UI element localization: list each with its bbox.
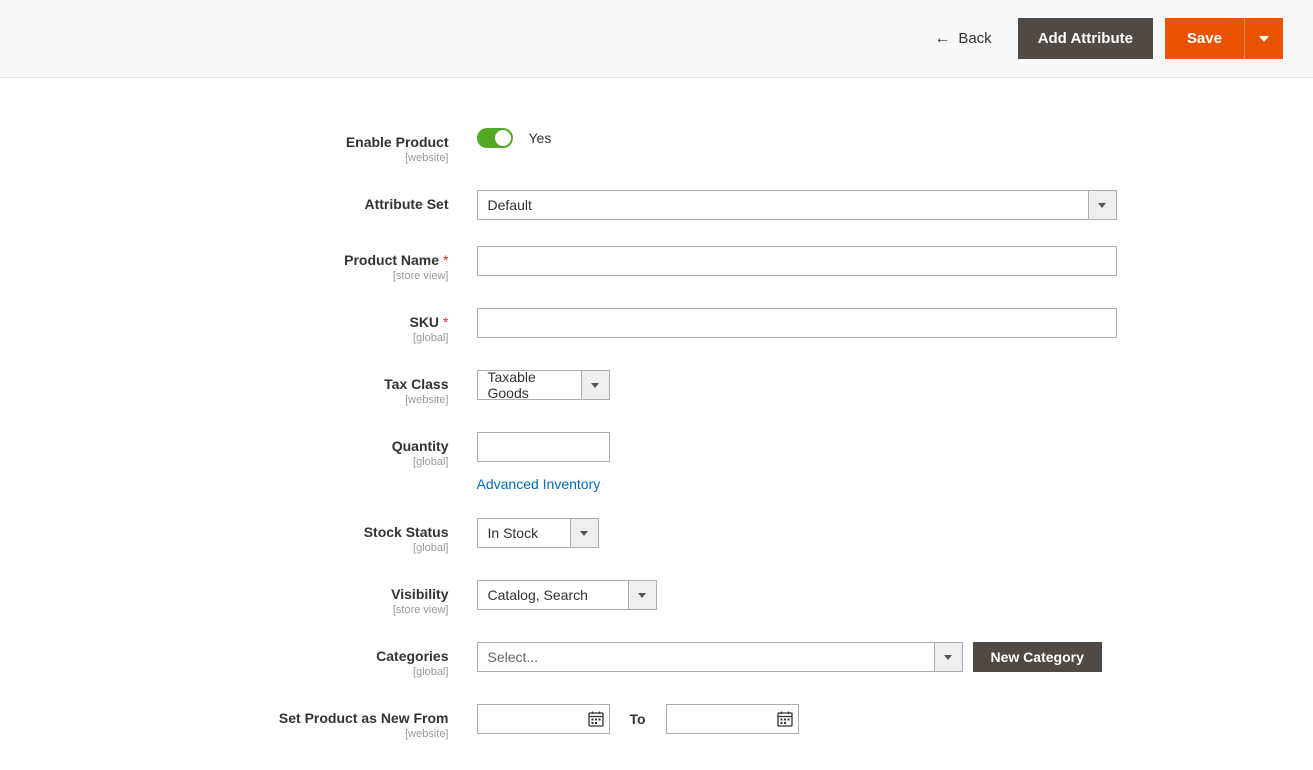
field-tax-class: Tax Class [website] Taxable Goods [177,370,1137,406]
required-asterisk: * [443,314,448,330]
advanced-inventory-row: Advanced Inventory [177,476,1137,492]
toggle-knob [495,130,511,146]
enable-product-toggle[interactable] [477,128,513,148]
label-new-from: Set Product as New From [website] [177,704,477,740]
field-sku: SKU* [global] [177,308,1137,344]
new-from-date-wrap [477,704,610,734]
new-to-date-wrap [666,704,799,734]
field-visibility: Visibility [store view] Catalog, Search [177,580,1137,616]
chevron-down-icon [591,383,599,388]
label-categories: Categories [global] [177,642,477,678]
save-button[interactable]: Save [1165,18,1244,59]
page-header: ← Back Add Attribute Save [0,0,1313,78]
add-attribute-button[interactable]: Add Attribute [1018,18,1153,59]
enable-product-value: Yes [529,130,552,146]
new-category-button[interactable]: New Category [973,642,1102,672]
chevron-down-icon [580,531,588,536]
visibility-select[interactable]: Catalog, Search [477,580,657,610]
save-dropdown-toggle[interactable] [1244,18,1283,59]
arrow-left-icon: ← [934,30,950,48]
visibility-toggle[interactable] [628,581,656,609]
field-stock-status: Stock Status [global] In Stock [177,518,1137,554]
attribute-set-toggle[interactable] [1088,191,1116,219]
tax-class-select[interactable]: Taxable Goods [477,370,610,400]
calendar-icon[interactable] [588,711,604,727]
field-enable-product: Enable Product [website] Yes [177,128,1137,164]
stock-status-select[interactable]: In Stock [477,518,599,548]
label-product-name: Product Name* [store view] [177,246,477,282]
label-stock-status: Stock Status [global] [177,518,477,554]
chevron-down-icon [638,593,646,598]
stock-status-value: In Stock [478,519,570,547]
categories-toggle[interactable] [934,643,962,671]
chevron-down-icon [944,655,952,660]
back-label: Back [958,30,991,47]
chevron-down-icon [1098,203,1106,208]
product-form: Enable Product [website] Yes Attribute S… [157,128,1157,740]
field-attribute-set: Attribute Set Default [177,190,1137,220]
visibility-value: Catalog, Search [478,581,628,609]
categories-placeholder: Select... [478,643,934,671]
back-button[interactable]: ← Back [934,30,991,48]
label-enable-product: Enable Product [website] [177,128,477,164]
required-asterisk: * [443,252,448,268]
quantity-input[interactable] [477,432,610,462]
to-label: To [630,711,646,727]
chevron-down-icon [1259,36,1269,42]
tax-class-value: Taxable Goods [478,371,581,399]
save-button-group: Save [1165,18,1283,59]
field-product-name: Product Name* [store view] [177,246,1137,282]
label-quantity: Quantity [global] [177,432,477,468]
label-tax-class: Tax Class [website] [177,370,477,406]
sku-input[interactable] [477,308,1117,338]
label-attribute-set: Attribute Set [177,190,477,212]
field-new-from: Set Product as New From [website] To [177,704,1137,740]
attribute-set-value: Default [478,191,1088,219]
label-visibility: Visibility [store view] [177,580,477,616]
tax-class-toggle[interactable] [581,371,609,399]
advanced-inventory-link[interactable]: Advanced Inventory [477,476,601,492]
label-sku: SKU* [global] [177,308,477,344]
calendar-icon[interactable] [777,711,793,727]
field-quantity: Quantity [global] [177,432,1137,468]
stock-status-toggle[interactable] [570,519,598,547]
product-name-input[interactable] [477,246,1117,276]
categories-select[interactable]: Select... [477,642,963,672]
attribute-set-select[interactable]: Default [477,190,1117,220]
field-categories: Categories [global] Select... New Catego… [177,642,1137,678]
